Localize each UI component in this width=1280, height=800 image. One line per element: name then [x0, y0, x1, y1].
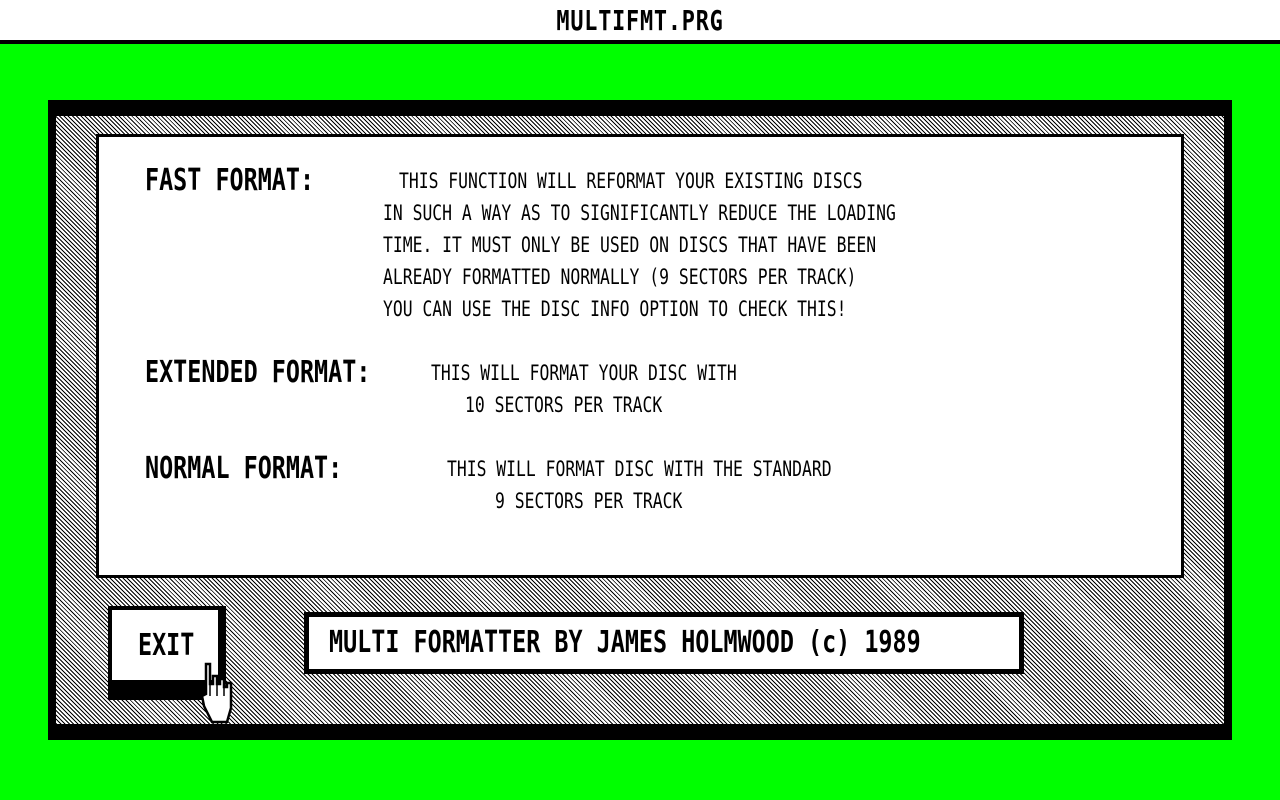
fast-format-line-4: ALREADY FORMATTED NORMALLY (9 SECTORS PE…	[383, 265, 857, 289]
extended-format-heading: EXTENDED FORMAT:	[145, 355, 371, 390]
extended-format-line-1: THIS WILL FORMAT YOUR DISC WITH	[431, 361, 737, 385]
window-title: MULTIFMT.PRG	[556, 4, 724, 37]
exit-button-label: EXIT	[138, 628, 195, 663]
normal-format-heading: NORMAL FORMAT:	[145, 451, 343, 486]
fast-format-line-2: IN SUCH A WAY AS TO SIGNIFICANTLY REDUCE…	[383, 201, 896, 225]
pointing-hand-cursor-graphic	[200, 662, 233, 724]
credit-text: MULTI FORMATTER BY JAMES HOLMWOOD (c) 19…	[329, 625, 921, 660]
normal-format-line-1: THIS WILL FORMAT DISC WITH THE STANDARD	[447, 457, 832, 481]
fast-format-line-5: YOU CAN USE THE DISC INFO OPTION TO CHEC…	[383, 297, 847, 321]
extended-format-line-2: 10 SECTORS PER TRACK	[465, 393, 663, 417]
normal-format-line-2: 9 SECTORS PER TRACK	[495, 489, 683, 513]
fast-format-heading: FAST FORMAT:	[145, 163, 315, 198]
window-title-bar[interactable]: MULTIFMT.PRG	[0, 0, 1280, 44]
fast-format-line-3: TIME. IT MUST ONLY BE USED ON DISCS THAT…	[383, 233, 877, 257]
info-panel: FAST FORMAT: THIS FUNCTION WILL REFORMAT…	[96, 134, 1184, 578]
pointing-hand-icon	[200, 662, 234, 730]
fast-format-line-1: THIS FUNCTION WILL REFORMAT YOUR EXISTIN…	[399, 169, 863, 193]
credit-box: MULTI FORMATTER BY JAMES HOLMWOOD (c) 19…	[304, 612, 1024, 674]
